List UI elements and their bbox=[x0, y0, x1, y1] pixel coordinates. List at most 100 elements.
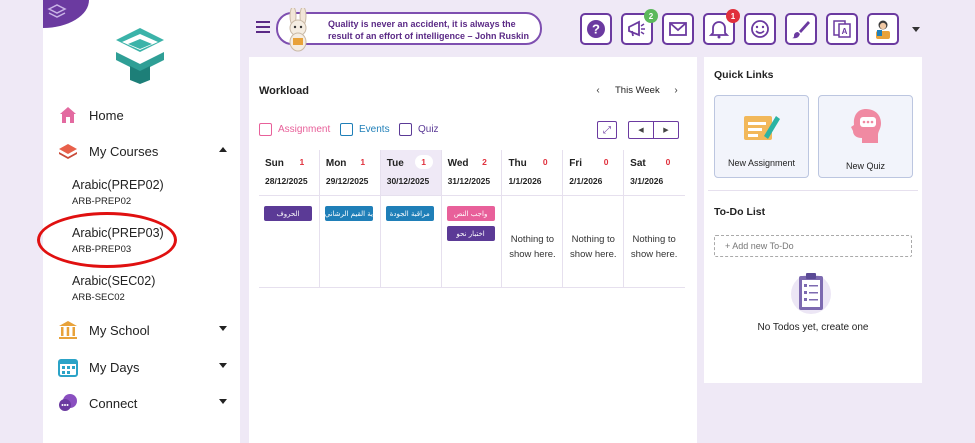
notifications-badge: 1 bbox=[726, 9, 740, 23]
divider bbox=[708, 190, 918, 191]
empty-day-text: Nothing to show here. bbox=[570, 234, 617, 260]
nav-my-school[interactable]: My School bbox=[57, 318, 233, 342]
school-icon bbox=[57, 319, 79, 341]
bell-icon bbox=[709, 21, 729, 39]
course-item[interactable]: Arabic(SEC02) ARB-SEC02 bbox=[72, 274, 155, 303]
course-item[interactable]: Arabic(PREP02) ARB-PREP02 bbox=[72, 178, 164, 207]
workload-title: Workload bbox=[259, 85, 309, 97]
expand-button[interactable]: ⤢ bbox=[597, 121, 617, 139]
right-panel: Quick Links New Assignment New Quiz To-D… bbox=[704, 57, 922, 383]
quiz-chip[interactable]: اختبار نحو bbox=[446, 226, 495, 241]
day-cell: الحروف bbox=[259, 196, 320, 287]
paintbrush-icon bbox=[792, 21, 810, 39]
layers-icon bbox=[57, 140, 79, 162]
stack-icon bbox=[47, 4, 67, 18]
bunny-mascot-icon bbox=[289, 8, 307, 52]
prev-button[interactable]: ◀ bbox=[629, 122, 654, 138]
next-button[interactable]: ▶ bbox=[654, 122, 678, 138]
day-cell: Nothing to show here. bbox=[624, 196, 685, 287]
day-name: Mon bbox=[325, 158, 347, 169]
highlight-annotation bbox=[37, 212, 177, 268]
assignment-chip[interactable]: واجب النص bbox=[446, 206, 495, 221]
day-header[interactable]: Thu 0 1/1/2026 bbox=[502, 150, 564, 195]
menu-icon[interactable] bbox=[256, 21, 270, 33]
quiz-checkbox[interactable] bbox=[399, 123, 412, 136]
announcements-badge: 2 bbox=[644, 9, 658, 23]
assignment-icon bbox=[744, 116, 780, 140]
nav-my-days-label: My Days bbox=[89, 359, 140, 375]
home-icon bbox=[57, 104, 79, 126]
nav-home[interactable]: Home bbox=[57, 103, 233, 127]
workload-calendar: Sun 1 28/12/2025 Mon 1 29/12/2025 Tue 1 30/12/… bbox=[259, 150, 685, 288]
nav-connect[interactable]: Connect bbox=[57, 391, 233, 415]
clipboard-icon bbox=[791, 273, 831, 314]
day-count-badge: 1 bbox=[353, 155, 372, 169]
language-button[interactable]: A bbox=[826, 13, 858, 45]
chevron-down-icon[interactable] bbox=[219, 363, 227, 368]
empty-day-text: Nothing to show here. bbox=[630, 234, 678, 260]
calendar-icon bbox=[57, 356, 79, 378]
day-header[interactable]: Sun 1 28/12/2025 bbox=[259, 150, 320, 195]
school-logo bbox=[116, 28, 164, 84]
day-count-badge: 0 bbox=[659, 155, 678, 169]
profile-avatar-button[interactable] bbox=[867, 13, 899, 45]
day-name: Fri bbox=[569, 158, 583, 169]
event-chip[interactable]: ية القيم الرشاني bbox=[324, 206, 373, 221]
events-checkbox[interactable] bbox=[340, 123, 353, 136]
announcements-button[interactable]: 2 bbox=[621, 9, 658, 45]
help-button[interactable]: ? bbox=[580, 13, 612, 45]
theme-button[interactable] bbox=[785, 13, 817, 45]
day-cell: ية القيم الرشاني bbox=[320, 196, 381, 287]
messages-button[interactable] bbox=[662, 13, 694, 45]
day-count-badge: 1 bbox=[292, 155, 311, 169]
filter-quiz[interactable]: Quiz bbox=[399, 123, 439, 136]
filter-events-label: Events bbox=[359, 124, 390, 135]
empty-day-text: Nothing to show here. bbox=[509, 234, 556, 260]
day-cell: Nothing to show here. bbox=[502, 196, 564, 287]
day-date: 28/12/2025 bbox=[265, 176, 308, 186]
expand-icon: ⤢ bbox=[603, 124, 611, 136]
filter-events[interactable]: Events bbox=[340, 123, 390, 136]
mail-icon bbox=[669, 22, 687, 36]
chevron-down-icon[interactable] bbox=[219, 326, 227, 331]
chevron-up-icon[interactable] bbox=[219, 147, 227, 152]
day-date: 31/12/2025 bbox=[447, 176, 491, 186]
day-name: Tue bbox=[386, 158, 404, 169]
nav-my-days[interactable]: My Days bbox=[57, 355, 233, 379]
chevron-down-icon[interactable] bbox=[912, 27, 920, 32]
chevron-left-icon: ‹ bbox=[596, 84, 600, 96]
calendar-body-row: الحروف ية القيم الرشاني مراقبة الجودة وا… bbox=[259, 196, 685, 288]
day-header-today[interactable]: Tue 1 30/12/2025 bbox=[380, 150, 442, 195]
next-week-button[interactable]: › bbox=[669, 83, 683, 97]
quick-links-title: Quick Links bbox=[714, 69, 774, 81]
megaphone-icon bbox=[628, 20, 645, 37]
filter-assignment-label: Assignment bbox=[278, 124, 331, 135]
filter-assignment[interactable]: Assignment bbox=[259, 123, 330, 136]
avatar-icon bbox=[876, 20, 890, 39]
new-quiz-link[interactable]: New Quiz bbox=[818, 95, 913, 178]
sidebar-toggle[interactable] bbox=[43, 0, 89, 28]
day-count-badge: 0 bbox=[536, 155, 555, 169]
new-assignment-link[interactable]: New Assignment bbox=[714, 95, 809, 178]
course-code: ARB-SEC02 bbox=[72, 292, 125, 303]
nav-my-courses-label: My Courses bbox=[89, 143, 159, 159]
mood-button[interactable] bbox=[744, 13, 776, 45]
workload-panel: Workload ‹ This Week › Assignment Events… bbox=[249, 57, 697, 443]
nav-my-courses[interactable]: My Courses bbox=[57, 139, 233, 163]
notifications-button[interactable]: 1 bbox=[703, 9, 740, 45]
assignment-checkbox[interactable] bbox=[259, 123, 272, 136]
prev-week-button[interactable]: ‹ bbox=[591, 83, 605, 97]
day-header[interactable]: Mon 1 29/12/2025 bbox=[320, 150, 381, 195]
event-chip[interactable]: مراقبة الجودة bbox=[385, 206, 434, 221]
day-header[interactable]: Sat 0 3/1/2026 bbox=[624, 150, 685, 195]
week-range-label[interactable]: This Week bbox=[615, 85, 660, 96]
day-header[interactable]: Fri 0 2/1/2026 bbox=[563, 150, 625, 195]
quiz-chip[interactable]: الحروف bbox=[264, 206, 312, 221]
day-header[interactable]: Wed 2 31/12/2025 bbox=[442, 150, 503, 195]
svg-text:?: ? bbox=[592, 22, 600, 37]
day-cell: Nothing to show here. bbox=[563, 196, 625, 287]
chevron-down-icon[interactable] bbox=[219, 399, 227, 404]
nav-home-label: Home bbox=[89, 107, 124, 123]
day-count-badge: 2 bbox=[475, 155, 494, 169]
add-todo-input[interactable]: + Add new To-Do bbox=[714, 235, 912, 257]
